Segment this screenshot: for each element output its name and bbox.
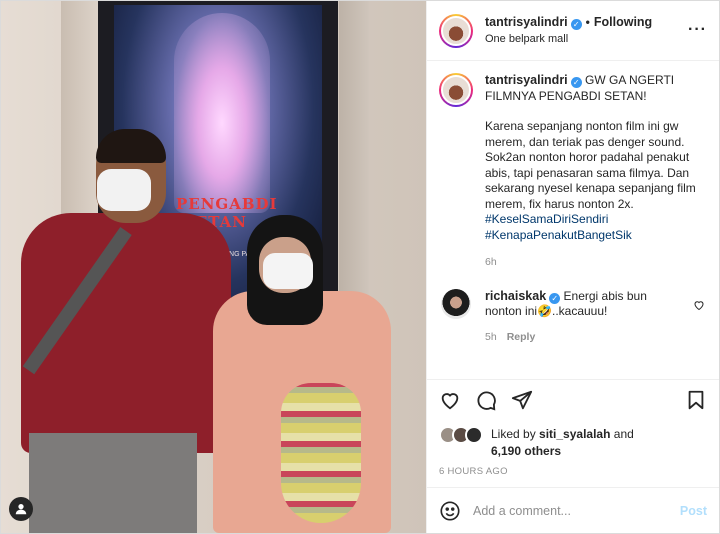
comments-list[interactable]: tantrisyalindri ✓ GW GA NGERTI FILMNYA PE… [427, 61, 719, 379]
instagram-post-modal: PENGABDI SETAN SENANG PAISA tantrisyalin… [0, 0, 720, 534]
separator-dot: • [585, 14, 590, 29]
author-info: tantrisyalindri ✓ • Following One belpark m… [485, 14, 652, 48]
emoji-icon[interactable] [439, 500, 461, 522]
caption-body: Karena sepanjang nonton film ini gw mere… [485, 119, 696, 211]
caption-text: tantrisyalindri ✓ GW GA NGERTI FILMNYA PE… [485, 73, 707, 271]
face-mask [97, 169, 151, 211]
more-options-button[interactable]: ··· [688, 21, 707, 39]
comment-like-icon[interactable] [693, 299, 705, 311]
liker-username[interactable]: siti_syalalah [539, 427, 610, 441]
comment-input[interactable] [473, 503, 680, 518]
tag-user-icon[interactable] [9, 497, 33, 521]
likes-others-link[interactable]: 6,190 others [491, 444, 561, 458]
caption-avatar[interactable] [439, 73, 473, 107]
comment-item: richaiskak ✓ Energi abis bun nonton ini🤣.… [439, 288, 707, 346]
post-actions: Liked by siti_syalalah and 6,190 others … [427, 379, 719, 487]
author-username[interactable]: tantrisyalindri [485, 15, 568, 29]
heart-icon[interactable] [439, 389, 461, 411]
comment-icon[interactable] [475, 389, 497, 411]
reply-button[interactable]: Reply [507, 331, 536, 343]
liker-avatars [439, 426, 485, 444]
post-location[interactable]: One belpark mall [485, 31, 652, 48]
comment-meta: 5h Reply [485, 330, 685, 346]
likes-and: and [613, 427, 634, 441]
action-icons [439, 380, 707, 420]
commenter-avatar[interactable] [441, 288, 471, 319]
caption-username[interactable]: tantrisyalindri [485, 73, 568, 87]
verified-icon: ✓ [570, 77, 582, 88]
caption-time[interactable]: 6h [485, 255, 707, 271]
hashtag-link[interactable]: #KeselSamaDiriSendiri [485, 212, 608, 226]
hashtag-link[interactable]: #KenapaPenakutBangetSik [485, 228, 632, 242]
post-header: tantrisyalindri ✓ • Following One belpark m… [427, 1, 719, 61]
add-comment-bar: Post [427, 487, 719, 533]
likes-prefix: Liked by [491, 427, 536, 441]
verified-icon: ✓ [570, 18, 582, 30]
poster-title-line1: PENGABDI [176, 195, 278, 213]
following-button[interactable]: Following [594, 15, 652, 29]
caption: tantrisyalindri ✓ GW GA NGERTI FILMNYA PE… [439, 73, 707, 271]
post-side-panel: tantrisyalindri ✓ • Following One belpark m… [426, 1, 719, 533]
likes-summary: Liked by siti_syalalah and 6,190 others [439, 426, 707, 460]
author-avatar[interactable] [439, 13, 473, 48]
posted-time[interactable]: 6 HOURS AGO [439, 466, 707, 477]
comment-body: richaiskak ✓ Energi abis bun nonton ini🤣.… [485, 289, 685, 346]
likes-text: Liked by siti_syalalah and 6,190 others [491, 426, 634, 460]
knit-bag [281, 383, 361, 523]
comment-time[interactable]: 5h [485, 331, 497, 343]
share-icon[interactable] [511, 389, 533, 411]
save-icon[interactable] [685, 389, 707, 411]
post-comment-button[interactable]: Post [680, 504, 707, 518]
commenter-username[interactable]: richaiskak [485, 289, 546, 303]
poster-ghost-figure [174, 13, 270, 213]
verified-icon: ✓ [549, 292, 561, 304]
face-mask [263, 253, 313, 289]
man-pants [29, 433, 197, 533]
post-photo[interactable]: PENGABDI SETAN SENANG PAISA [1, 1, 426, 533]
